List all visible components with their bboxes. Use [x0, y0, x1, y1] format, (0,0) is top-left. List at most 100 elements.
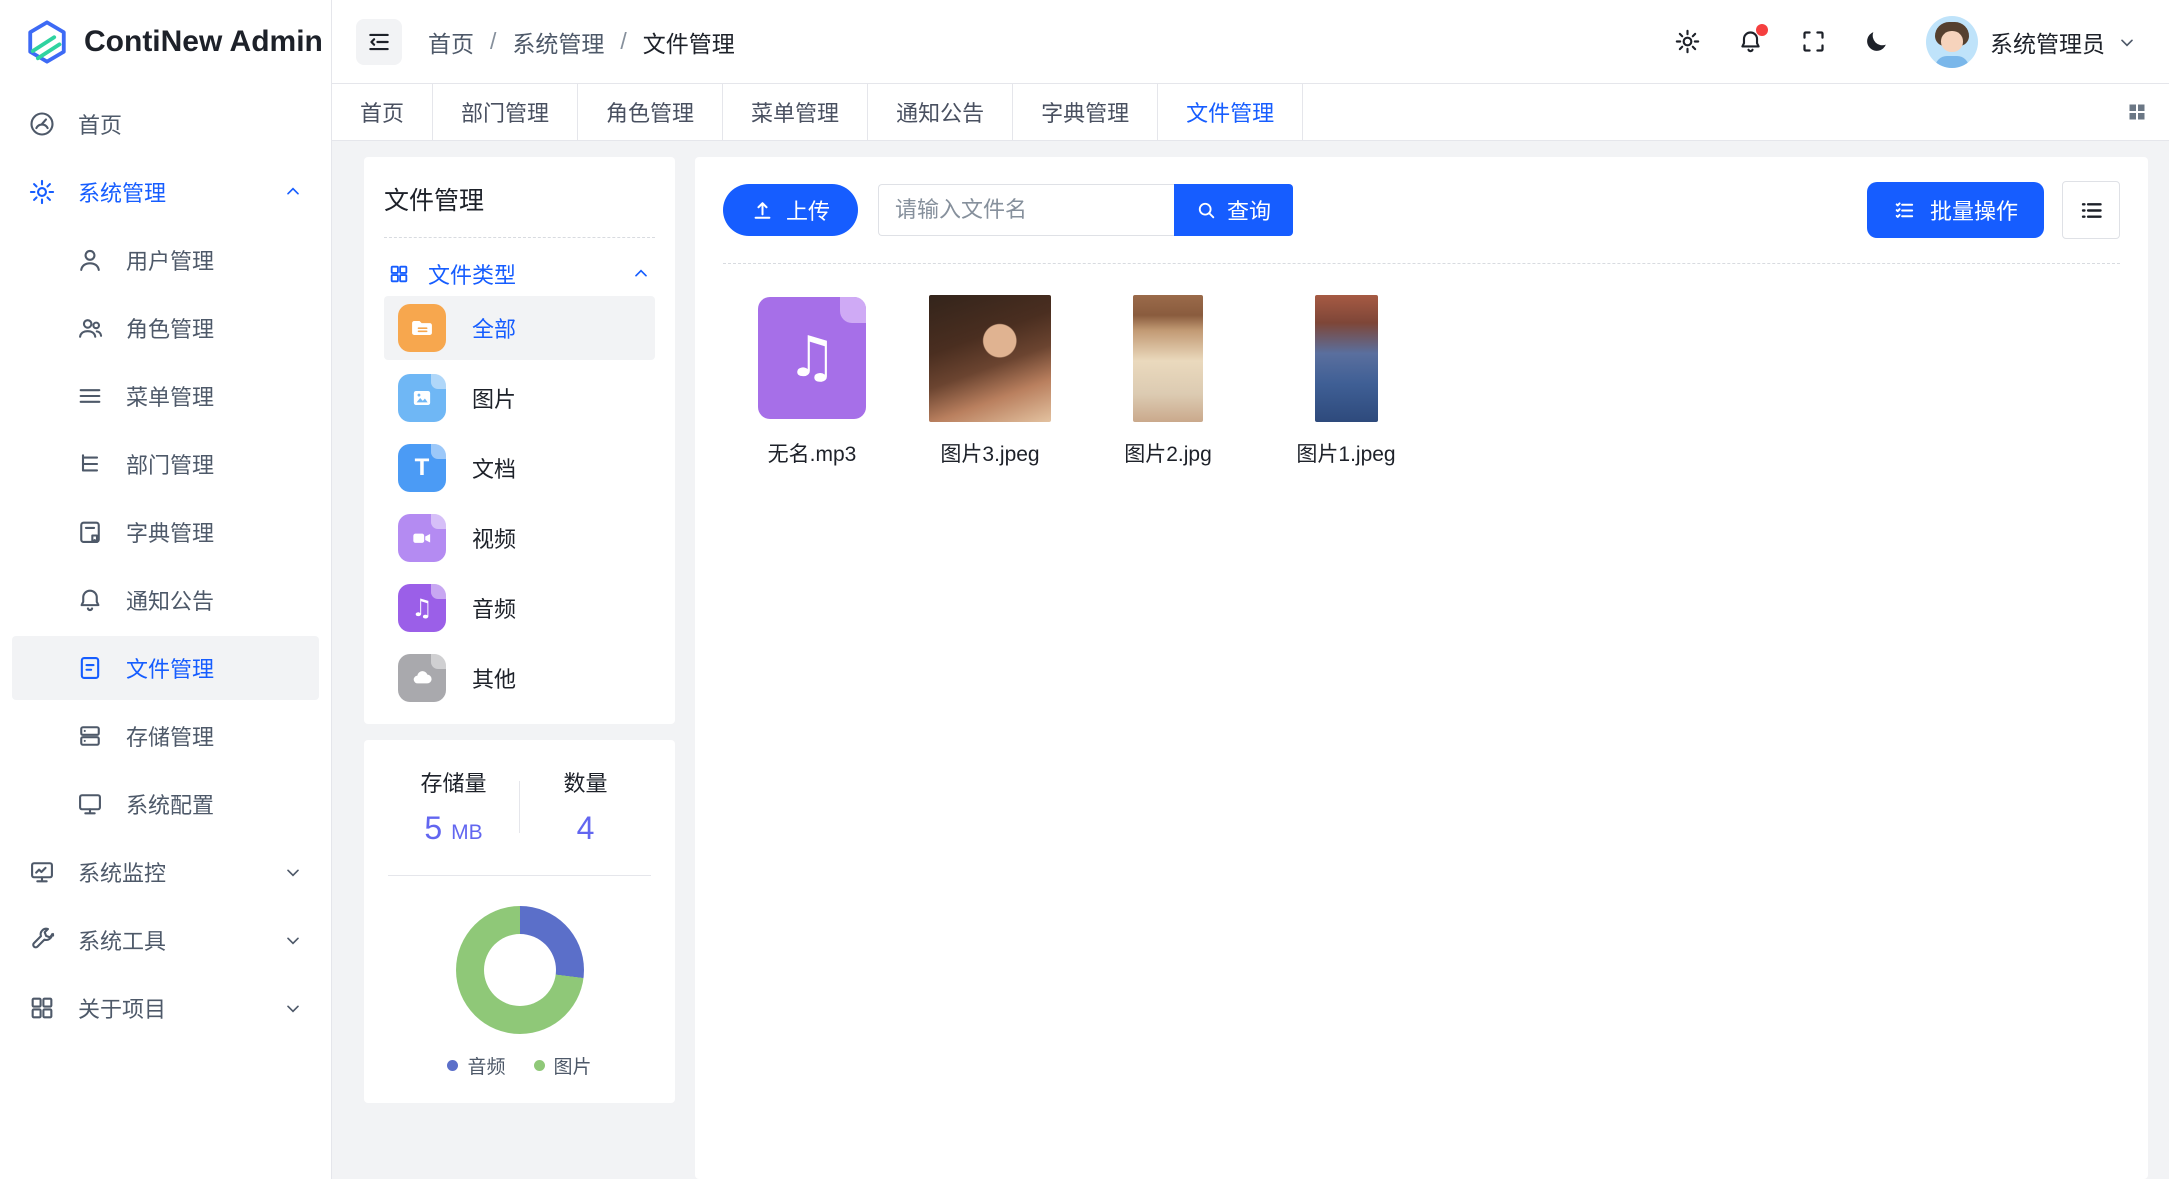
- chevron-down-icon: [283, 998, 303, 1018]
- breadcrumb-item-current: 文件管理: [643, 25, 735, 59]
- file-name: 图片2.jpg: [1124, 438, 1212, 468]
- sidebar-collapse-button[interactable]: [356, 19, 402, 65]
- search-group: 查询: [878, 184, 1293, 236]
- sidebar-item-label: 存储管理: [126, 720, 214, 752]
- chevron-down-icon: [283, 930, 303, 950]
- sidebar-item-system-management[interactable]: 系统管理: [12, 160, 319, 224]
- upload-button[interactable]: 上传: [723, 184, 858, 236]
- sidebar-item-role-management[interactable]: 角色管理: [12, 296, 319, 360]
- count-value: 4: [577, 810, 595, 846]
- tab-menu-management[interactable]: 菜单管理: [723, 84, 868, 140]
- storage-value: 5: [424, 810, 442, 846]
- sidebar: ContiNew Admin 首页 系统管理: [0, 0, 332, 1179]
- file-item-image-1[interactable]: 图片1.jpeg: [1257, 294, 1435, 468]
- image-thumbnail: [1315, 295, 1378, 422]
- query-button[interactable]: 查询: [1174, 184, 1293, 236]
- grid-icon: [28, 994, 56, 1022]
- chevron-down-icon: [2117, 32, 2137, 52]
- sidebar-item-label: 角色管理: [126, 312, 214, 344]
- image-icon: [398, 374, 446, 422]
- upload-icon: [751, 199, 774, 222]
- fullscreen-icon[interactable]: [1800, 28, 1827, 55]
- file-type-label: 全部: [472, 312, 516, 344]
- user-menu[interactable]: 系统管理员: [1926, 16, 2137, 68]
- music-icon: ♫: [398, 584, 446, 632]
- file-type-item-video[interactable]: 视频: [384, 506, 655, 570]
- gear-icon: [28, 178, 56, 206]
- breadcrumb-separator: /: [620, 28, 626, 55]
- tree-list-icon: [76, 450, 104, 478]
- sidebar-item-system-tools[interactable]: 系统工具: [12, 908, 319, 972]
- file-item-audio[interactable]: ♫ 无名.mp3: [723, 294, 901, 468]
- file-type-item-all[interactable]: 全部: [384, 296, 655, 360]
- storage-unit: MB: [451, 821, 483, 844]
- sidebar-item-storage-management[interactable]: 存储管理: [12, 704, 319, 768]
- sidebar-item-user-management[interactable]: 用户管理: [12, 228, 319, 292]
- storage-stat: 存储量 5 MB: [388, 766, 519, 847]
- legend-item-audio[interactable]: 音频: [447, 1052, 505, 1079]
- sidebar-item-label: 系统配置: [126, 788, 214, 820]
- sidebar-item-home[interactable]: 首页: [12, 92, 319, 156]
- search-icon: [1196, 200, 1217, 221]
- chevron-up-icon: [283, 182, 303, 202]
- sidebar-item-label: 首页: [78, 108, 122, 140]
- file-type-item-audio[interactable]: ♫ 音频: [384, 576, 655, 640]
- top-header: 首页 / 系统管理 / 文件管理 系统管理员: [332, 0, 2169, 84]
- batch-operation-label: 批量操作: [1930, 194, 2018, 226]
- menu-fold-icon: [366, 29, 392, 55]
- sidebar-item-label: 系统管理: [78, 176, 166, 208]
- grid-small-icon: [388, 263, 410, 285]
- settings-gear-icon[interactable]: [1674, 28, 1701, 55]
- dashed-divider: [723, 263, 2120, 264]
- storage-donut-chart: [456, 906, 584, 1034]
- sidebar-item-file-management[interactable]: 文件管理: [12, 636, 319, 700]
- file-type-item-other[interactable]: 其他: [384, 646, 655, 710]
- dark-mode-moon-icon[interactable]: [1863, 28, 1890, 55]
- breadcrumb-item-home[interactable]: 首页: [428, 25, 474, 59]
- sidebar-item-menu-management[interactable]: 菜单管理: [12, 364, 319, 428]
- file-icon: [76, 654, 104, 682]
- dictionary-icon: [76, 518, 104, 546]
- tab-actions-grid-icon[interactable]: [2105, 84, 2169, 140]
- tab-notice[interactable]: 通知公告: [868, 84, 1013, 140]
- sidebar-item-notice[interactable]: 通知公告: [12, 568, 319, 632]
- notification-bell-icon[interactable]: [1737, 28, 1764, 55]
- file-type-item-image[interactable]: 图片: [384, 366, 655, 430]
- sidebar-item-system-config[interactable]: 系统配置: [12, 772, 319, 836]
- file-type-group-header[interactable]: 文件类型: [384, 258, 655, 290]
- tab-role-management[interactable]: 角色管理: [578, 84, 723, 140]
- tab-home[interactable]: 首页: [332, 84, 433, 140]
- file-type-column: 文件管理 文件类型 全部: [364, 157, 675, 1179]
- file-list-card: 上传 查询 批量操作: [695, 157, 2148, 1179]
- tab-department-management[interactable]: 部门管理: [433, 84, 578, 140]
- search-input[interactable]: [878, 184, 1174, 236]
- count-label: 数量: [520, 766, 651, 798]
- batch-operation-button[interactable]: 批量操作: [1867, 182, 2044, 238]
- sidebar-item-label: 通知公告: [126, 584, 214, 616]
- sidebar-item-dictionary-management[interactable]: 字典管理: [12, 500, 319, 564]
- query-button-label: 查询: [1227, 194, 1271, 226]
- sidebar-item-about-project[interactable]: 关于项目: [12, 976, 319, 1040]
- logo-area[interactable]: ContiNew Admin: [0, 0, 331, 84]
- legend-label: 音频: [467, 1052, 505, 1079]
- breadcrumb-separator: /: [490, 28, 496, 55]
- legend-label: 图片: [554, 1052, 592, 1079]
- file-type-label: 文档: [472, 452, 516, 484]
- file-type-item-document[interactable]: T 文档: [384, 436, 655, 500]
- file-item-image-3[interactable]: 图片3.jpeg: [901, 294, 1079, 468]
- count-stat: 数量 4: [520, 766, 651, 847]
- stats-divider: [388, 875, 651, 876]
- sidebar-item-department-management[interactable]: 部门管理: [12, 432, 319, 496]
- upload-button-label: 上传: [786, 194, 830, 226]
- sidebar-item-system-monitor[interactable]: 系统监控: [12, 840, 319, 904]
- list-view-toggle-button[interactable]: [2062, 181, 2120, 239]
- file-item-image-2[interactable]: 图片2.jpg: [1079, 294, 1257, 468]
- tab-dictionary-management[interactable]: 字典管理: [1013, 84, 1158, 140]
- chevron-up-icon: [631, 264, 651, 284]
- sidebar-item-label: 部门管理: [126, 448, 214, 480]
- file-name: 图片3.jpeg: [940, 438, 1039, 468]
- legend-item-image[interactable]: 图片: [534, 1052, 592, 1079]
- tab-file-management[interactable]: 文件管理: [1158, 84, 1303, 140]
- breadcrumb-item-system-management[interactable]: 系统管理: [512, 25, 604, 59]
- file-grid: ♫ 无名.mp3 图片3.jpeg 图片2.jpg: [723, 294, 2120, 468]
